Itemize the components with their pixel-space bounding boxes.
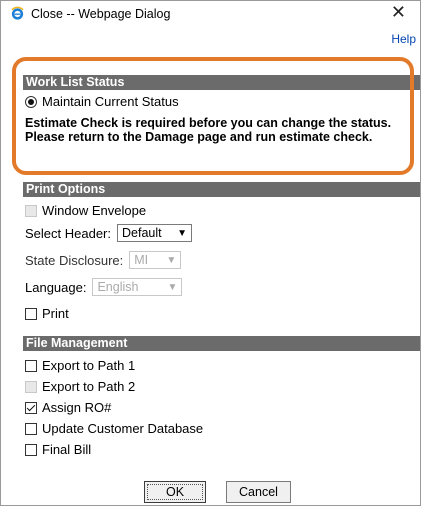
print-label: Print (42, 306, 69, 321)
final-bill-checkbox[interactable] (25, 443, 37, 456)
maintain-status-radio[interactable] (25, 95, 37, 108)
ok-button[interactable]: OK (144, 481, 206, 503)
final-bill-option[interactable]: Final Bill (25, 442, 91, 457)
state-disclosure-row: State Disclosure: MI ▼ (25, 251, 182, 269)
update-customer-db-checkbox[interactable] (25, 422, 37, 435)
select-header-row: Select Header: Default ▼ (25, 224, 192, 242)
help-link[interactable]: Help (391, 32, 416, 46)
section-header-file-management: File Management (23, 336, 420, 351)
export-path-2-option: Export to Path 2 (25, 379, 135, 394)
update-customer-db-option[interactable]: Update Customer Database (25, 421, 203, 436)
section-header-work-list-status: Work List Status (23, 75, 420, 90)
estimate-check-message: Estimate Check is required before you ca… (25, 116, 392, 144)
select-header-label: Select Header: (25, 225, 111, 241)
window-envelope-option: Window Envelope (25, 203, 146, 218)
print-option[interactable]: Print (25, 306, 69, 321)
export-path-2-checkbox (25, 380, 37, 393)
close-icon[interactable]: ✕ (391, 2, 406, 24)
assign-ro-label: Assign RO# (42, 400, 112, 415)
language-dropdown: English ▼ (92, 278, 183, 296)
assign-ro-option[interactable]: Assign RO# (25, 400, 111, 415)
chevron-down-icon: ▼ (177, 227, 187, 239)
state-disclosure-dropdown: MI ▼ (129, 251, 182, 269)
export-path-1-option[interactable]: Export to Path 1 (25, 358, 135, 373)
update-customer-db-label: Update Customer Database (42, 421, 204, 436)
language-label: Language: (25, 279, 87, 295)
export-path-1-label: Export to Path 1 (42, 358, 136, 373)
export-path-1-checkbox[interactable] (25, 359, 37, 372)
final-bill-label: Final Bill (42, 442, 92, 457)
dialog-title: Close -- Webpage Dialog (31, 7, 171, 21)
ie-icon (11, 6, 24, 20)
export-path-2-label: Export to Path 2 (42, 379, 136, 394)
state-disclosure-label: State Disclosure: (25, 252, 124, 268)
select-header-value: Default (122, 226, 162, 240)
assign-ro-checkbox[interactable] (25, 401, 37, 414)
title-bar: Close -- Webpage Dialog ✕ (1, 1, 420, 27)
select-header-dropdown[interactable]: Default ▼ (117, 224, 192, 242)
window-envelope-label: Window Envelope (42, 203, 147, 218)
webpage-dialog: Close -- Webpage Dialog ✕ Help Work List… (0, 0, 421, 506)
window-envelope-checkbox (25, 204, 37, 217)
section-header-print-options: Print Options (23, 182, 420, 197)
language-value: English (97, 280, 139, 294)
state-disclosure-value: MI (134, 253, 149, 267)
chevron-down-icon: ▼ (167, 281, 178, 293)
cancel-button[interactable]: Cancel (226, 481, 291, 503)
chevron-down-icon: ▼ (166, 254, 177, 266)
print-checkbox[interactable] (25, 307, 37, 320)
maintain-status-label: Maintain Current Status (42, 94, 179, 109)
maintain-status-option[interactable]: Maintain Current Status (25, 94, 179, 109)
language-row: Language: English ▼ (25, 278, 183, 296)
